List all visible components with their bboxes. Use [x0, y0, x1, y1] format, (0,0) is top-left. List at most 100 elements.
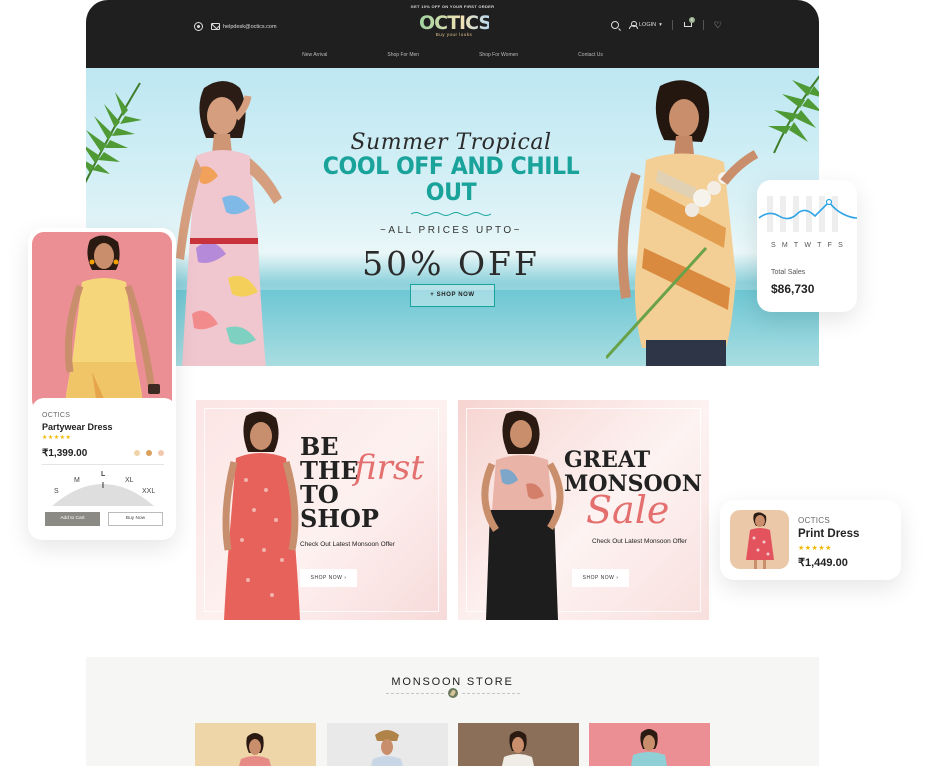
color-swatch[interactable] — [134, 450, 140, 456]
promo-tile-be-the-first[interactable]: BE THE first TO SHOP Check Out Latest Mo… — [196, 400, 447, 620]
chevron-down-icon: ▾ — [659, 22, 662, 28]
tile-subtitle: Check Out Latest Monsoon Offer — [300, 541, 395, 548]
weekday-label: S — [771, 242, 776, 249]
hero-banner: Summer Tropical COOL OFF AND CHILL OUT ~… — [86, 68, 819, 366]
product-card-partywear[interactable]: OCTICS Partywear Dress ★★★★★ ₹1,399.00 S… — [28, 228, 176, 540]
color-swatch[interactable] — [158, 450, 164, 456]
product-thumb-image — [502, 731, 534, 766]
palm-leaf-right — [768, 75, 819, 154]
website-frame: GET 10% OFF ON YOUR FIRST ORDER helpdesk… — [86, 0, 819, 766]
email-link[interactable]: helpdesk@octics.com — [211, 23, 277, 30]
size-option-xl[interactable]: XL — [125, 477, 134, 484]
size-option-xxl[interactable]: XXL — [142, 488, 155, 495]
tile-script-word: first — [354, 448, 425, 488]
hero-model-right — [606, 80, 759, 366]
tile-script-word: Sale — [586, 488, 670, 532]
hero-headline: COOL OFF AND CHILL OUT — [322, 152, 580, 206]
product-thumb-image — [239, 733, 271, 766]
login-label: LOGIN — [639, 22, 657, 28]
weekday-label: T — [793, 242, 799, 249]
search-icon[interactable] — [611, 21, 619, 29]
nav-item-shop-for-women[interactable]: Shop For Women — [479, 52, 518, 58]
buy-now-button[interactable]: Buy Now — [108, 512, 163, 526]
sales-widget: S M T W T F S Total Sales $86,730 — [757, 180, 857, 312]
palm-leaf-left — [86, 82, 142, 184]
nav-item-shop-for-men[interactable]: Shop For Men — [387, 52, 419, 58]
logo-wordmark: OCTICS — [419, 12, 492, 34]
size-selector[interactable]: S M L XL XXL — [48, 470, 158, 506]
whatsapp-icon[interactable] — [194, 22, 203, 31]
email-text: helpdesk@octics.com — [223, 23, 277, 30]
nav-item-contact-us[interactable]: Contact Us — [578, 52, 603, 58]
tile-shop-now-button[interactable]: SHOP NOW › — [300, 569, 357, 587]
product-name[interactable]: Print Dress — [798, 528, 859, 540]
promo-tile-monsoon-sale[interactable]: GREAT MONSOON Sale Check Out Latest Mons… — [458, 400, 709, 620]
product-details: OCTICS Partywear Dress ★★★★★ ₹1,399.00 S… — [32, 398, 176, 536]
product-brand: OCTICS — [42, 412, 71, 419]
product-model-yellow-dress — [64, 235, 160, 412]
weekday-label: S — [838, 242, 843, 249]
hero-copy: Summer Tropical COOL OFF AND CHILL OUT ~… — [301, 130, 601, 283]
weekday-label: M — [781, 242, 788, 249]
section-title: MONSOON STORE — [391, 676, 514, 688]
leaf-badge-icon — [448, 688, 458, 698]
add-to-cart-button[interactable]: Add to Cart — [45, 512, 100, 526]
rating-stars: ★★★★★ — [42, 435, 72, 441]
tile-model-printed-top — [481, 410, 564, 620]
mail-icon — [211, 23, 220, 30]
main-nav: New Arrival Shop For Men Shop For Women … — [86, 52, 819, 58]
product-price: ₹1,399.00 — [42, 448, 88, 459]
rating-stars: ★★★★★ — [798, 545, 832, 552]
site-header: GET 10% OFF ON YOUR FIRST ORDER helpdesk… — [86, 0, 819, 68]
site-logo[interactable]: OCTICS Buy your looks — [419, 12, 492, 38]
product-thumbnail — [730, 510, 789, 569]
product-card-print-dress[interactable]: OCTICS Print Dress ★★★★★ ₹1,449.00 — [720, 500, 901, 580]
login-button[interactable]: LOGIN ▾ — [629, 21, 662, 29]
hero-model-left — [176, 81, 282, 366]
heart-icon[interactable]: ♡ — [714, 20, 722, 30]
product-image — [32, 232, 172, 412]
title-rule-left — [386, 693, 444, 694]
header-actions: LOGIN ▾ 0 ♡ — [611, 16, 722, 30]
product-thumb[interactable] — [327, 723, 448, 766]
weekday-axis: S M T W T F S — [771, 242, 843, 249]
weekday-label: F — [827, 242, 832, 249]
product-price: ₹1,449.00 — [798, 557, 848, 569]
title-rule-right — [462, 693, 520, 694]
cart-button[interactable]: 0 — [683, 16, 695, 30]
wave-divider — [411, 212, 491, 216]
product-name[interactable]: Partywear Dress — [42, 422, 113, 432]
cart-count-badge: 0 — [688, 16, 695, 23]
product-thumb[interactable] — [589, 723, 710, 766]
sales-value: $86,730 — [771, 282, 815, 296]
nav-item-new-arrival[interactable]: New Arrival — [302, 52, 327, 58]
user-icon — [629, 21, 638, 29]
divider — [671, 20, 673, 30]
divider — [702, 20, 704, 30]
hero-subheading: ~ALL PRICES UPTO~ — [380, 225, 522, 236]
shop-now-button[interactable]: + SHOP NOW — [410, 284, 495, 307]
promo-strip: GET 10% OFF ON YOUR FIRST ORDER — [410, 4, 495, 9]
sales-sparkline-chart — [758, 196, 857, 232]
size-option-m[interactable]: M — [74, 477, 80, 484]
contact-info: helpdesk@octics.com — [194, 22, 277, 31]
product-thumb[interactable] — [195, 723, 316, 766]
weekday-label: W — [804, 242, 811, 249]
tile-subtitle: Check Out Latest Monsoon Offer — [592, 538, 687, 545]
product-model-print-dress — [746, 512, 774, 569]
product-brand: OCTICS — [798, 516, 831, 525]
color-swatch[interactable] — [146, 450, 152, 456]
size-option-s[interactable]: S — [54, 488, 59, 495]
product-thumb[interactable] — [458, 723, 579, 766]
tile-title-line-1: GREAT — [564, 447, 651, 473]
monsoon-store-section: MONSOON STORE — [86, 657, 819, 766]
sales-label: Total Sales — [771, 269, 806, 276]
product-thumb-image — [631, 729, 667, 766]
tile-shop-now-button[interactable]: SHOP NOW › — [572, 569, 629, 587]
product-thumb-image — [371, 730, 403, 766]
tile-model-red-dress — [222, 411, 300, 620]
hero-discount: 50% OFF — [362, 244, 540, 283]
size-option-l[interactable]: L — [101, 471, 105, 478]
divider — [42, 464, 164, 465]
weekday-label: T — [817, 242, 822, 249]
